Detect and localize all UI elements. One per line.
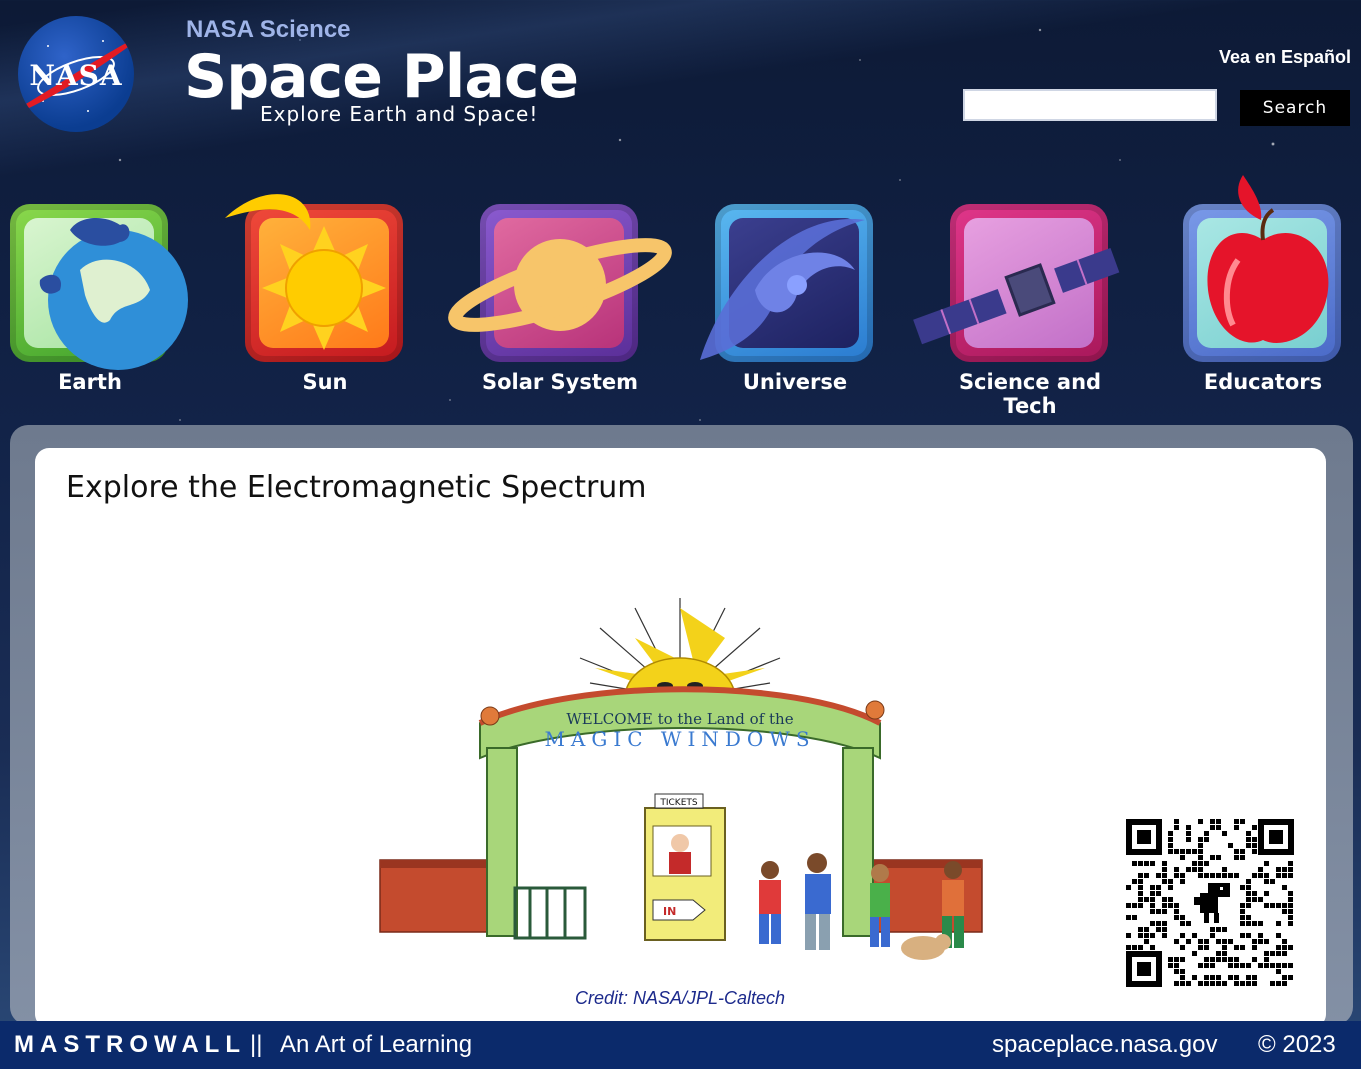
nav-item-label: Earth	[58, 370, 122, 394]
nav-item-label: Solar System	[481, 370, 639, 394]
footer-site-link[interactable]: spaceplace.nasa.gov	[992, 1031, 1218, 1059]
arch-welcome-text: WELCOME to the Land of the	[566, 710, 793, 728]
qr-code[interactable]	[1124, 817, 1296, 989]
nav-item-label: Sun	[302, 370, 348, 394]
footer-copyright: © 2023	[1258, 1031, 1336, 1058]
nasa-logo[interactable]: NASA	[18, 16, 134, 132]
apple-icon	[1207, 175, 1329, 343]
nav-item-label: Science and Tech	[958, 370, 1102, 418]
search-button[interactable]: Search	[1240, 90, 1350, 126]
arch-magic-windows-text: MAGIC WINDOWS	[544, 727, 815, 751]
magic-windows-illustration: WELCOME to the Land of the MAGIC WINDOWS…	[379, 598, 983, 960]
earth-icon	[39, 218, 180, 370]
satellite-icon	[913, 247, 1120, 345]
spanish-language-link[interactable]: Vea en Español	[1219, 47, 1351, 68]
nav-item-sun[interactable]: Sun	[225, 194, 411, 405]
ticket-booth: TICKETS IN	[644, 793, 726, 941]
nav-item-label: Educators	[1203, 370, 1323, 394]
brick-wall-left	[379, 859, 491, 933]
nav-item-universe[interactable]: Universe	[700, 200, 881, 405]
footer-bar: MASTROWALL || An Art of Learning spacepl…	[0, 1021, 1361, 1069]
sun-face-icon	[579, 598, 781, 699]
iron-gate-left	[513, 886, 587, 940]
nav-item-solar-system[interactable]: Solar System	[448, 200, 672, 405]
nav-item-label: Universe	[742, 370, 848, 394]
nav-item-earth[interactable]: Earth	[10, 200, 176, 405]
sun-icon	[225, 194, 386, 350]
footer-separator: ||	[250, 1031, 263, 1058]
saturn-icon	[448, 238, 672, 332]
search-input[interactable]	[963, 89, 1217, 121]
brand-small-label: NASA Science	[186, 16, 351, 43]
site-tagline: Explore Earth and Space!	[260, 102, 539, 126]
nav-item-science-and-tech[interactable]: Science and Tech	[913, 200, 1120, 418]
image-credit: Credit: NASA/JPL-Caltech	[574, 988, 786, 1008]
page-title: Explore the Electromagnetic Spectrum	[66, 470, 647, 505]
booth-tickets-sign: TICKETS	[659, 798, 698, 808]
galaxy-icon	[700, 219, 865, 360]
nasa-logo-text: NASA	[29, 59, 123, 92]
footer-tagline: An Art of Learning	[280, 1031, 473, 1058]
footer-brand: MASTROWALL	[14, 1031, 246, 1058]
nav-item-educators[interactable]: Educators	[1183, 175, 1349, 405]
booth-in-sign: IN	[663, 905, 676, 918]
